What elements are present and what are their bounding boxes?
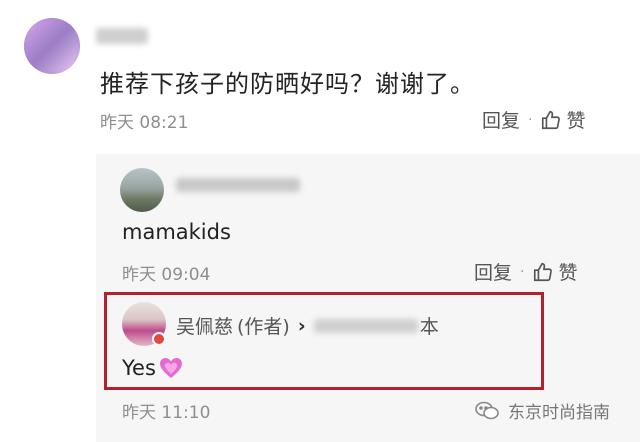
watermark-text: 东京时尚指南: [508, 403, 610, 423]
author-name[interactable]: 吴佩慈: [176, 312, 233, 339]
like-label: 赞: [558, 262, 578, 284]
comment-time: 昨天 08:21: [100, 113, 189, 133]
thumbs-up-icon: [534, 262, 553, 281]
reply-button[interactable]: 回复: [474, 258, 512, 285]
like-button[interactable]: 赞: [532, 258, 577, 285]
separator-dot: ·: [520, 263, 525, 280]
author-tag: (作者): [237, 316, 290, 338]
reply-avatar[interactable]: [120, 168, 164, 212]
reply-button[interactable]: 回复: [482, 106, 520, 133]
like-button[interactable]: 赞: [540, 106, 585, 133]
commenter-avatar[interactable]: [24, 18, 80, 74]
watermark: 东京时尚指南: [474, 398, 610, 423]
comment-actions: 回复 · 赞: [482, 106, 585, 133]
wechat-icon: [475, 401, 499, 419]
heart-emoji-icon: [158, 356, 184, 380]
reply-text: mamakids: [122, 220, 231, 244]
reply-actions: 回复 · 赞: [474, 258, 577, 285]
reply-to-suffix: 本: [419, 316, 439, 338]
author-reply-text-line: Yes: [122, 356, 184, 380]
thumbs-up-icon: [542, 110, 561, 129]
reply-time: 昨天 09:04: [122, 265, 211, 285]
author-reply-text: Yes: [122, 356, 156, 380]
comment-text: 推荐下孩子的防晒好吗？谢谢了。: [100, 70, 475, 98]
commenter-username[interactable]: [96, 28, 148, 44]
author-reply-time: 昨天 11:10: [122, 403, 211, 423]
separator-dot: ·: [528, 111, 533, 128]
reply-username[interactable]: [176, 178, 300, 192]
reply-to-username[interactable]: [313, 318, 418, 333]
author-name-line: 吴佩慈 (作者) › 本: [176, 312, 439, 339]
reply-arrow-icon: ›: [297, 314, 306, 337]
like-label: 赞: [566, 110, 586, 132]
verified-badge-icon: [152, 332, 166, 346]
